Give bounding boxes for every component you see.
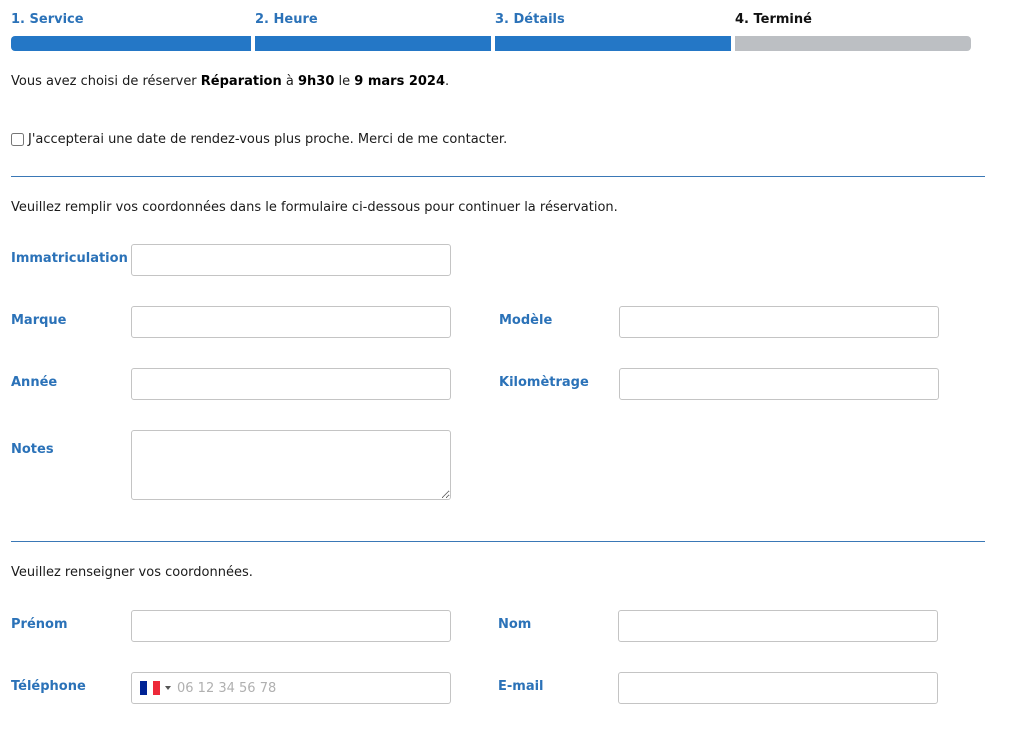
summary-date: 9 mars 2024 (354, 74, 446, 89)
section-divider (11, 541, 985, 542)
summary-prefix: Vous avez choisi de réserver (11, 74, 201, 89)
step-label: 1. Service (11, 12, 84, 27)
mileage-label: Kilomètrage (499, 375, 589, 390)
year-label: Année (11, 375, 58, 390)
email-label: E-mail (498, 679, 544, 694)
last-name-label: Nom (498, 617, 532, 632)
make-label: Marque (11, 313, 67, 328)
first-name-label: Prénom (11, 617, 68, 632)
year-input[interactable] (131, 368, 451, 400)
earlier-date-label: J'accepterai une date de rendez-vous plu… (28, 132, 508, 147)
notes-textarea[interactable] (131, 430, 451, 500)
step-done: 4. Terminé (735, 11, 971, 51)
model-input[interactable] (619, 306, 939, 338)
email-input[interactable] (618, 672, 938, 704)
make-input[interactable] (131, 306, 451, 338)
section-divider (11, 176, 985, 177)
progress-steps: 1. Service 2. Heure 3. Détails 4. Termin… (11, 11, 971, 51)
mileage-input[interactable] (619, 368, 939, 400)
step-label: 2. Heure (255, 12, 318, 27)
phone-label: Téléphone (11, 679, 86, 694)
booking-summary: Vous avez choisi de réserver Réparation … (11, 74, 449, 89)
registration-label: Immatriculation (11, 251, 128, 266)
registration-input[interactable] (131, 244, 451, 276)
model-label: Modèle (499, 313, 553, 328)
earlier-date-checkbox[interactable] (11, 133, 24, 146)
phone-input[interactable] (171, 673, 450, 703)
summary-service: Réparation (200, 74, 282, 89)
phone-field (131, 672, 451, 704)
contact-instructions: Veuillez renseigner vos coordonnées. (11, 565, 253, 580)
step-service[interactable]: 1. Service (11, 11, 251, 51)
country-code-selector[interactable] (132, 673, 171, 703)
summary-time: 9h30 (297, 74, 335, 89)
summary-suffix: . (445, 74, 450, 89)
step-progress-bar (11, 36, 251, 51)
step-label: 4. Terminé (735, 12, 812, 27)
first-name-input[interactable] (131, 610, 451, 642)
summary-on: le (334, 74, 355, 89)
step-time[interactable]: 2. Heure (255, 11, 491, 51)
step-details[interactable]: 3. Détails (495, 11, 731, 51)
vehicle-instructions: Veuillez remplir vos coordonnées dans le… (11, 200, 618, 215)
summary-at: à (281, 74, 298, 89)
earlier-date-option[interactable]: J'accepterai une date de rendez-vous plu… (11, 132, 507, 147)
step-label: 3. Détails (495, 12, 565, 27)
notes-label: Notes (11, 442, 54, 457)
step-progress-bar (735, 36, 971, 51)
step-progress-bar (495, 36, 731, 51)
step-progress-bar (255, 36, 491, 51)
france-flag-icon (140, 681, 160, 695)
last-name-input[interactable] (618, 610, 938, 642)
